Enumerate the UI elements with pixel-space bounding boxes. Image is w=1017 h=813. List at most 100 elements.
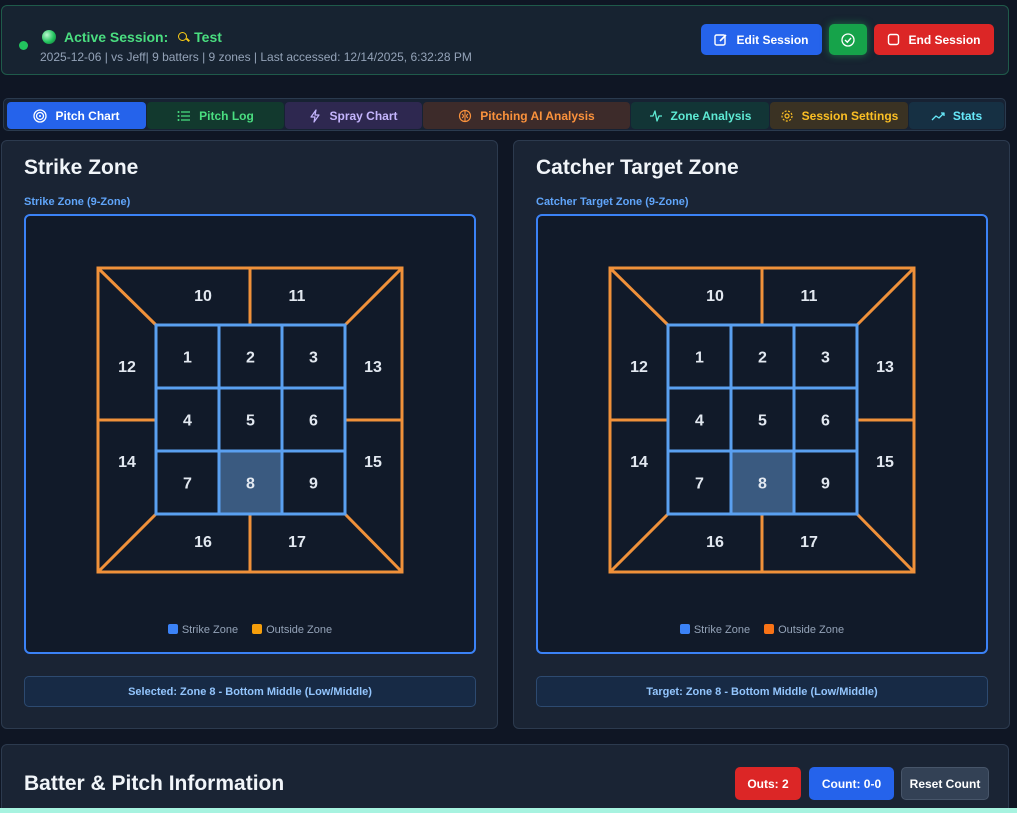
strike-zone-subtitle: Strike Zone (9-Zone) <box>24 196 131 208</box>
trending-up-icon <box>931 111 945 120</box>
tab-session-settings-label: Session Settings <box>801 108 899 123</box>
tab-session-settings[interactable]: Session Settings <box>770 102 908 129</box>
list-icon <box>177 110 191 121</box>
session-name: Test <box>178 29 222 45</box>
batter-pitch-panel: Batter & Pitch Information Outs: 2 Count… <box>1 744 1009 813</box>
count-button[interactable]: Count: 0-0 <box>809 767 894 800</box>
legend-swatch-in <box>167 624 178 634</box>
zone-label-13[interactable]: 13 <box>364 359 382 376</box>
session-name-text: Test <box>194 29 222 45</box>
outer-zone-divider <box>608 266 670 327</box>
zone-label-2: 2 <box>246 350 255 367</box>
tab-stats-label: Stats <box>952 108 983 123</box>
zone-label-3: 3 <box>309 350 318 367</box>
edit-session-label: Edit Session <box>736 32 809 47</box>
catcher-target-legend: Strike Zone Outside Zone <box>538 624 986 636</box>
tab-bar: Pitch Chart Pitch Log Spray Chart Pitchi… <box>3 98 1006 131</box>
tab-pitch-log[interactable]: Pitch Log <box>147 102 284 129</box>
zone-label-8: 8 <box>758 476 767 493</box>
brain-icon <box>459 109 472 122</box>
gear-icon <box>781 109 793 122</box>
selected-zone-status: Selected: Zone 8 - Bottom Middle (Low/Mi… <box>24 676 476 707</box>
reset-count-button[interactable]: Reset Count <box>901 767 989 800</box>
zone-label-13[interactable]: 13 <box>876 359 894 376</box>
legend-out-label: Outside Zone <box>778 624 845 636</box>
outer-zone-divider <box>608 512 670 574</box>
zone-label-1: 1 <box>695 350 704 367</box>
outer-zone-divider <box>96 266 158 327</box>
tab-stats[interactable]: Stats <box>909 102 1004 129</box>
zone-label-12[interactable]: 12 <box>118 359 136 376</box>
zone-label-7: 7 <box>183 476 192 493</box>
strike-zone-legend: Strike Zone Outside Zone <box>26 624 474 636</box>
strike-zone-title: Strike Zone <box>24 156 139 179</box>
session-label: Active Session: <box>64 29 169 45</box>
zone-label-2: 2 <box>758 350 767 367</box>
zone-label-3: 3 <box>821 350 830 367</box>
legend-strike-zone: Strike Zone <box>679 624 751 636</box>
zone-label-16[interactable]: 16 <box>706 534 724 551</box>
target-zone-status: Target: Zone 8 - Bottom Middle (Low/Midd… <box>536 676 988 707</box>
edit-session-button[interactable]: Edit Session <box>701 24 822 55</box>
catcher-target-grid-container: 1 2 3 4 5 6 7 8 9 10 11 12 13 14 15 16 17 Strike Zone Ou… <box>536 214 988 654</box>
check-circle-icon <box>841 32 855 47</box>
outer-zone-divider <box>343 512 404 574</box>
legend-outside-zone: Outside Zone <box>252 624 332 636</box>
catcher-target-diagram: 1 2 34 5 67 8 910 1112 1314 1516 17 <box>608 266 916 574</box>
zone-label-10[interactable]: 10 <box>194 288 212 305</box>
outer-zone-divider <box>96 512 158 574</box>
legend-swatch-in <box>679 624 690 634</box>
confirm-session-button[interactable] <box>829 24 867 55</box>
legend-swatch-out <box>252 624 263 634</box>
zone-label-16[interactable]: 16 <box>194 534 212 551</box>
zone-label-17[interactable]: 17 <box>800 534 818 551</box>
legend-in-label: Strike Zone <box>181 624 239 636</box>
zone-label-14[interactable]: 14 <box>630 454 648 471</box>
outer-zone-divider <box>855 512 916 574</box>
live-status-dot <box>19 41 28 50</box>
bottom-edge-strip <box>0 808 1017 813</box>
zone-label-11[interactable]: 11 <box>289 288 306 305</box>
session-title: Active Session: Test <box>64 29 222 45</box>
legend-out-label: Outside Zone <box>266 624 333 636</box>
outer-zone-divider <box>855 266 916 327</box>
activity-icon <box>649 109 662 122</box>
strike-zone-diagram: 1 2 34 5 67 8 910 1112 1314 1516 17 <box>96 266 404 574</box>
batter-pitch-title: Batter & Pitch Information <box>24 772 285 795</box>
tab-spray-chart[interactable]: Spray Chart <box>285 102 422 129</box>
zone-label-10[interactable]: 10 <box>706 288 724 305</box>
tab-pitching-ai-analysis-label: Pitching AI Analysis <box>480 108 595 123</box>
tab-pitching-ai-analysis[interactable]: Pitching AI Analysis <box>423 102 630 129</box>
end-session-button[interactable]: End Session <box>874 24 994 55</box>
tab-zone-analysis-label: Zone Analysis <box>670 108 752 123</box>
stop-icon <box>888 33 900 46</box>
zone-label-4: 4 <box>183 413 192 430</box>
end-session-label: End Session <box>908 32 981 47</box>
zone-label-15[interactable]: 15 <box>364 454 382 471</box>
tab-pitch-log-label: Pitch Log <box>199 108 254 123</box>
outs-button[interactable]: Outs: 2 <box>735 767 801 800</box>
strike-zone-grid-container: 1 2 3 4 5 6 7 8 9 10 11 12 13 14 15 16 17 Strike Zone Ou… <box>24 214 476 654</box>
zone-label-14[interactable]: 14 <box>118 454 136 471</box>
legend-strike-zone: Strike Zone <box>167 624 239 636</box>
zone-label-15[interactable]: 15 <box>876 454 894 471</box>
legend-swatch-out <box>764 624 775 634</box>
tab-pitch-chart[interactable]: Pitch Chart <box>7 102 146 129</box>
outer-zone-divider <box>343 266 404 327</box>
catcher-target-subtitle: Catcher Target Zone (9-Zone) <box>536 196 689 208</box>
zone-label-11[interactable]: 11 <box>801 288 818 305</box>
legend-outside-zone: Outside Zone <box>764 624 844 636</box>
zone-label-8: 8 <box>246 476 255 493</box>
catcher-target-title: Catcher Target Zone <box>536 156 739 179</box>
zone-label-4: 4 <box>695 413 704 430</box>
lightning-icon <box>310 108 321 123</box>
zone-label-6: 6 <box>821 413 830 430</box>
zone-label-1: 1 <box>183 350 192 367</box>
tab-spray-chart-label: Spray Chart <box>329 108 398 123</box>
catcher-target-panel: Catcher Target Zone Catcher Target Zone … <box>513 140 1010 729</box>
tab-zone-analysis[interactable]: Zone Analysis <box>631 102 769 129</box>
zone-label-17[interactable]: 17 <box>288 534 306 551</box>
legend-in-label: Strike Zone <box>693 624 751 636</box>
session-meta: 2025-12-06 | vs Jeff| 9 batters | 9 zone… <box>40 50 472 64</box>
zone-label-12[interactable]: 12 <box>630 359 648 376</box>
